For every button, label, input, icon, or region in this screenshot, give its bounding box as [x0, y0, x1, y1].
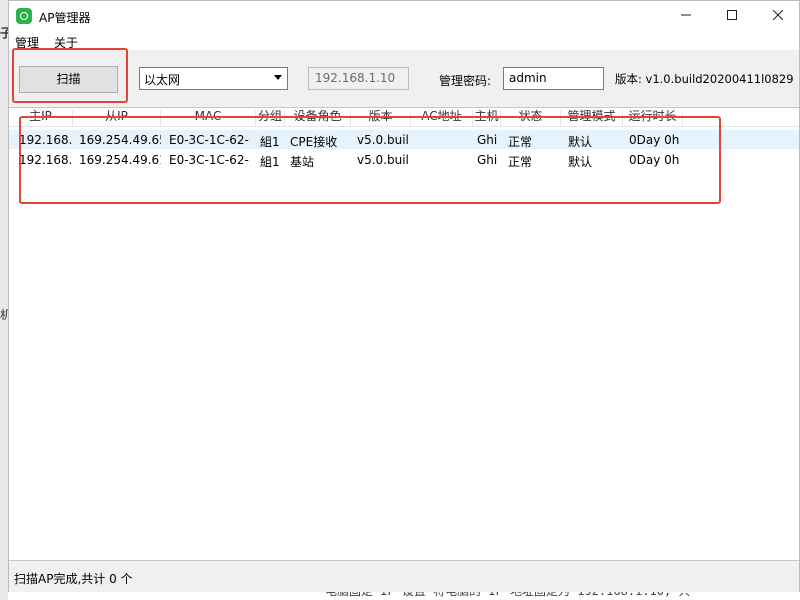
background-window-edge: 子 机 — [0, 0, 12, 600]
status-text: 扫描AP完成,共计 0 个 — [14, 572, 133, 586]
minimize-icon — [681, 14, 691, 16]
highlight-table-rows — [19, 116, 721, 204]
minimize-button[interactable] — [663, 1, 709, 32]
version-label: 版本: v1.0.build20200411l0829 — [615, 72, 794, 86]
highlight-scan-button — [12, 48, 128, 103]
app-window: AP管理器 管理 关于 扫描 以太网 192.168.1.10 管理密码: ad… — [8, 0, 800, 592]
status-bar: 扫描AP完成,共计 0 个 — [9, 566, 799, 592]
password-field[interactable]: admin — [503, 67, 604, 90]
password-label: 管理密码: — [439, 74, 492, 88]
interface-select-value: 以太网 — [144, 73, 181, 87]
close-button[interactable] — [755, 1, 800, 32]
main-content: 扫描 以太网 192.168.1.10 管理密码: admin 版本: v1.0… — [9, 48, 799, 592]
title-bar: AP管理器 — [9, 1, 799, 32]
close-icon — [772, 9, 784, 21]
chevron-down-icon — [274, 75, 282, 80]
app-icon — [16, 8, 32, 24]
interface-select[interactable]: 以太网 — [139, 67, 288, 90]
ip-address-field[interactable]: 192.168.1.10 — [308, 67, 409, 90]
window-title: AP管理器 — [39, 11, 91, 25]
maximize-icon — [727, 10, 737, 20]
menu-bar: 管理 关于 — [9, 32, 799, 50]
maximize-button[interactable] — [709, 1, 755, 32]
